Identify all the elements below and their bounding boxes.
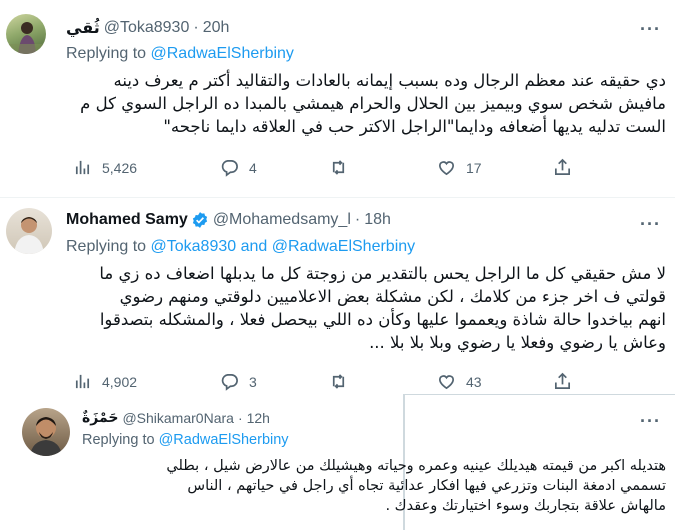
user-handle[interactable]: @Toka8930 [104,19,190,37]
tweet-header: Mohamed Samy @Mohamedsamy_l · 18h [66,211,391,229]
like-count: 43 [466,373,482,390]
more-options-icon[interactable]: ··· [640,412,661,430]
display-name[interactable]: حَمْزَةٌ [82,410,118,426]
tweet-1[interactable]: ثُقي @Toka8930 · 20h ··· Replying to @Ra… [0,0,675,197]
tweet-text-line: مالهاش علاقة بتجاربك وسوء اختيارتك وعقدك… [385,498,666,514]
more-options-icon[interactable]: ··· [640,20,661,38]
tweet-text-line: دي حقيقه عند معظم الرجال وده بسبب إيمانه… [113,71,667,90]
user-handle[interactable]: @Shikamar0Nara [122,410,233,426]
views-icon [75,160,90,175]
replying-to-label: Replying to [66,238,147,255]
like-button[interactable]: 17 [437,158,482,177]
more-options-icon[interactable]: ··· [640,215,661,233]
tweet-text-line: وعاش يا رضوي وفعلا يا رضوي وبلا بلا بلا … [369,333,666,352]
timestamp[interactable]: 12h [247,410,270,426]
heart-icon [438,375,455,390]
replying-to: Replying to @RadwaElSherbiny [82,432,289,448]
reply-button[interactable]: 4 [220,158,257,177]
share-button[interactable] [553,372,572,391]
tweet-text-line: انهم بياخدوا حالة شاذة ويعمموا عليها وكأ… [99,310,666,329]
heart-icon [438,161,455,176]
avatar[interactable] [6,14,46,54]
reply-mention-link[interactable]: @RadwaElSherbiny [159,432,289,448]
separator-dot: · [237,410,243,426]
reply-icon [221,159,238,177]
reply-icon [221,373,238,391]
tweet-text-line: مافيش شخص سوي وبيميز بين الحلال والحرام … [80,94,666,113]
reply-count: 4 [249,159,257,176]
display-name[interactable]: Mohamed Samy [66,211,188,229]
tweet-text-line: الست تدليه يديها أضعافه ودايما"الراجل ال… [163,117,666,136]
reply-mention-link[interactable]: @Toka8930 and @RadwaElSherbiny [151,238,416,255]
replying-to-label: Replying to [66,45,147,62]
tweet-header: ثُقي @Toka8930 · 20h [66,18,229,37]
tweet-text: لا مش حقيقي كل ما الراجل يحس بالتقدير من… [66,262,666,354]
avatar-image [6,22,46,54]
views-icon [75,374,90,389]
tweet-2[interactable]: Mohamed Samy @Mohamedsamy_l · 18h ··· Re… [0,198,675,393]
tweet-text: هتديله اكبر من قيمته هيديلك عينيه وعمره … [82,456,666,516]
replying-to-label: Replying to [82,432,155,448]
tweet-text-line: تسممي ادمغة البنات وتزرعي فيها افكار عدا… [187,478,666,494]
retweet-icon [332,374,345,389]
timestamp[interactable]: 20h [203,19,230,37]
avatar-image [14,217,44,254]
views-count: 4,902 [102,373,138,390]
reply-count: 3 [249,373,257,390]
avatar-image [30,417,62,456]
tweet-header: حَمْزَةٌ @Shikamar0Nara · 12h [82,410,270,426]
reply-mention-link[interactable]: @RadwaElSherbiny [151,45,294,62]
retweet-button[interactable] [329,158,358,177]
views-count: 5,426 [102,159,138,176]
reply-button[interactable]: 3 [220,372,257,391]
timestamp[interactable]: 18h [364,211,391,229]
tweet-text-line: قولتي ف اخر جزء من كلامك ، لكن مشكلة بعض… [119,287,666,306]
views-button[interactable]: 5,426 [73,158,137,177]
avatar[interactable] [22,408,70,456]
tweet-text-line: هتديله اكبر من قيمته هيديلك عينيه وعمره … [166,458,666,474]
separator-dot: · [354,211,361,228]
replying-to: Replying to @RadwaElSherbiny [66,45,294,63]
share-button[interactable] [553,158,572,177]
replying-to: Replying to @Toka8930 and @RadwaElSherbi… [66,238,415,256]
display-name[interactable]: ثُقي [66,18,100,37]
separator-dot: · [193,18,199,36]
share-icon [554,372,571,390]
like-button[interactable]: 43 [437,372,482,391]
tweet-3-content[interactable]: حَمْزَةٌ @Shikamar0Nara · 12h ··· Replyi… [0,395,675,530]
user-handle[interactable]: @Mohamedsamy_l [213,211,351,229]
retweet-icon [332,160,345,175]
verified-badge-icon [191,211,209,229]
views-button[interactable]: 4,902 [73,372,137,391]
tweet-text-line: لا مش حقيقي كل ما الراجل يحس بالتقدير من… [99,264,666,283]
share-icon [554,158,571,176]
retweet-button[interactable] [329,372,358,391]
like-count: 17 [466,159,482,176]
avatar[interactable] [6,208,52,254]
tweet-text: دي حقيقه عند معظم الرجال وده بسبب إيمانه… [66,69,666,138]
